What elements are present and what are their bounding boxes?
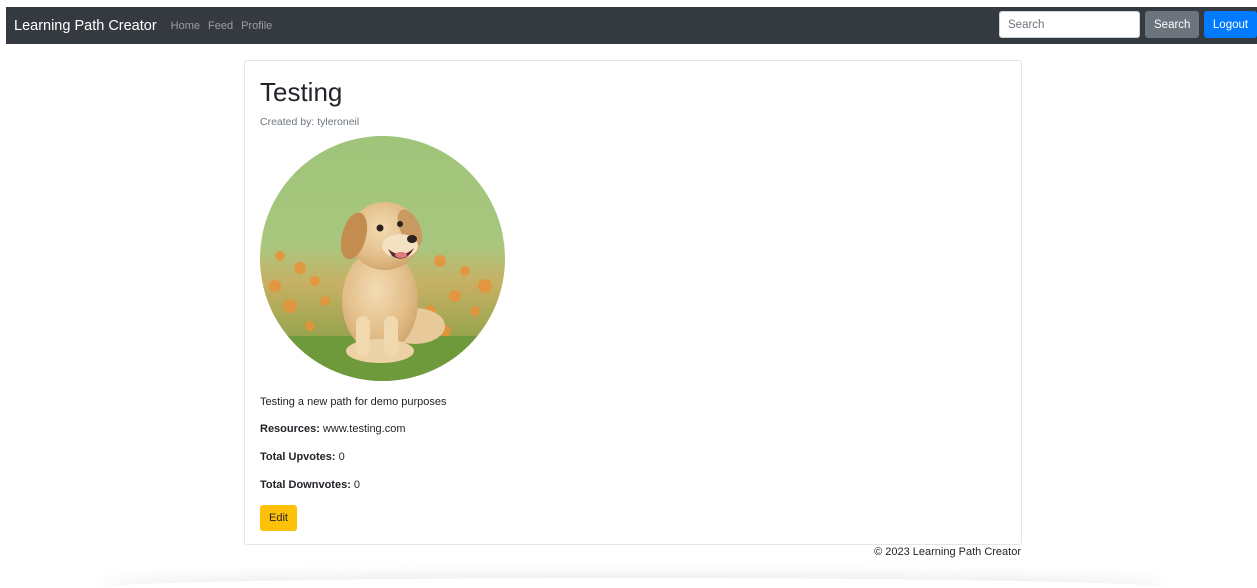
created-by: Created by: tyleroneil [260,116,360,128]
search-input[interactable] [999,11,1140,38]
path-description: Testing a new path for demo purposes [260,396,447,408]
puppy-photo [260,136,505,381]
upvotes-value: 0 [338,451,345,463]
resources-line: Resources: www.testing.com [260,423,406,435]
nav-link-feed[interactable]: Feed [208,20,233,32]
page-shadow [100,578,1167,588]
nav-link-home[interactable]: Home [171,20,200,32]
downvotes-line: Total Downvotes: 0 [260,479,360,491]
upvotes-label: Total Upvotes: [260,451,336,463]
logout-button[interactable]: Logout [1204,11,1257,38]
footer-text: © 2023 Learning Path Creator [874,546,1021,558]
nav-links: Home Feed Profile [171,20,273,32]
search-button[interactable]: Search [1145,11,1199,38]
edit-button[interactable]: Edit [260,505,297,531]
navbar: Learning Path Creator Home Feed Profile … [6,7,1257,44]
brand-link[interactable]: Learning Path Creator [14,18,157,34]
path-title: Testing [260,77,343,107]
downvotes-value: 0 [353,479,361,491]
path-card: Testing Created by: tyleroneil Testing a… [244,60,1022,545]
nav-search-form: Search Logout [999,11,1257,38]
resources-value: www.testing.com [322,423,406,435]
upvotes-line: Total Upvotes: 0 [260,451,345,463]
nav-link-profile[interactable]: Profile [241,20,272,32]
downvotes-label: Total Downvotes: [260,479,351,491]
resources-label: Resources: [260,423,320,435]
puppy-photo-icon [260,136,505,381]
page: Learning Path Creator Home Feed Profile … [0,0,1257,588]
